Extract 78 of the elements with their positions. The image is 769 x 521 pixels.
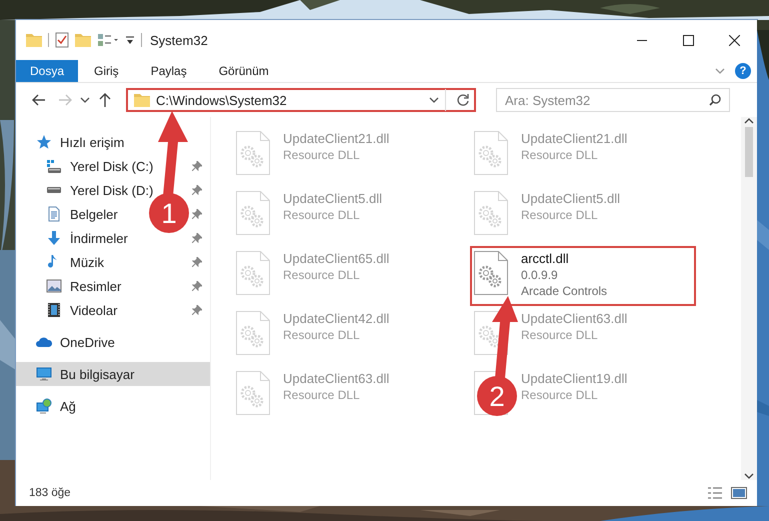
file-type: Resource DLL [283, 267, 361, 283]
dll-file-icon [474, 131, 508, 175]
folder-icon [134, 93, 150, 107]
drive-icon [46, 158, 62, 174]
dropdown-icon[interactable] [429, 97, 439, 103]
file-type: Resource DLL [521, 207, 599, 223]
monitor-icon [36, 367, 52, 381]
nav-item[interactable]: Belgeler [46, 204, 118, 224]
dll-file-icon [236, 311, 270, 355]
star-icon [36, 134, 52, 150]
nav-item[interactable]: Resimler [46, 276, 122, 296]
file-version: 0.0.9.9 [521, 267, 559, 283]
file-type: Resource DLL [283, 387, 361, 403]
search-icon [709, 94, 721, 106]
nav-item[interactable]: Videolar [46, 300, 118, 320]
up-arrow-icon [99, 93, 111, 107]
address-field[interactable]: C:\Windows\System32 [126, 88, 476, 112]
file-type: Resource DLL [283, 207, 361, 223]
expand-ribbon-icon[interactable] [715, 68, 725, 74]
download-arrow-icon [46, 230, 62, 246]
window-title: System32 [150, 32, 208, 48]
file-description: Arcade Controls [521, 283, 608, 299]
dll-file-icon [236, 371, 270, 415]
nav-item[interactable]: Yerel Disk (C:) [46, 156, 154, 176]
chevron-down-icon [80, 97, 90, 103]
ribbon-tab[interactable]: Giriş [78, 60, 135, 82]
file-type: Resource DLL [521, 147, 599, 163]
picture-icon [46, 279, 62, 293]
dll-file-icon [236, 191, 270, 235]
scroll-thumb[interactable] [745, 127, 753, 177]
pin-icon[interactable] [192, 185, 202, 195]
dll-file-icon [474, 191, 508, 235]
view-options-icon[interactable] [97, 33, 119, 47]
nav-item[interactable]: Hızlı erişim [36, 132, 124, 152]
file-name[interactable]: arcctl.dll [521, 251, 608, 267]
dll-file-icon [236, 251, 270, 295]
scrollbar[interactable] [741, 117, 757, 480]
help-button[interactable]: ? [735, 63, 751, 79]
refresh-icon [456, 93, 470, 107]
scroll-down-icon[interactable] [744, 472, 754, 480]
scroll-up-icon[interactable] [744, 117, 754, 125]
ribbon-tab[interactable]: Görünüm [202, 60, 285, 82]
customize-toolbar-icon[interactable] [125, 35, 135, 45]
file-type: Resource DLL [521, 387, 599, 403]
dll-file-icon [236, 131, 270, 175]
ribbon-tab[interactable]: Paylaş [134, 60, 203, 82]
pin-icon[interactable] [192, 281, 202, 291]
close-icon [728, 34, 740, 46]
document-icon [48, 206, 60, 222]
nav-item[interactable]: Müzik [46, 252, 104, 272]
pin-icon[interactable] [192, 257, 202, 267]
dll-file-icon [474, 251, 508, 295]
pin-icon[interactable] [192, 233, 202, 243]
search-field[interactable]: Ara: System32 [496, 88, 730, 112]
pin-icon[interactable] [192, 161, 202, 171]
nav-item[interactable]: Ağ [36, 396, 76, 416]
step-badge: 2 [477, 376, 517, 416]
file-type: Resource DLL [283, 327, 361, 343]
cloud-icon [36, 336, 52, 348]
details-view-icon[interactable] [707, 486, 723, 500]
film-icon [47, 302, 61, 318]
file-type: Resource DLL [283, 147, 361, 163]
nav-item[interactable]: OneDrive [36, 332, 115, 352]
pin-icon[interactable] [192, 305, 202, 315]
network-icon [36, 398, 52, 414]
properties-icon[interactable] [55, 32, 69, 48]
ribbon-tab[interactable]: Dosya [16, 60, 78, 82]
file-type: Resource DLL [521, 327, 599, 343]
nav-item[interactable]: Bu bilgisayar [36, 364, 134, 384]
nav-item[interactable]: İndirmeler [46, 228, 128, 248]
folder-icon [26, 33, 42, 47]
item-count: 183 öğe [29, 487, 71, 499]
large-icons-view-icon[interactable] [731, 486, 747, 500]
pin-icon[interactable] [192, 209, 202, 219]
drive-icon [46, 186, 62, 194]
back-arrow-icon [32, 94, 46, 106]
forward-arrow-icon [58, 94, 72, 106]
maximize-icon [682, 34, 694, 46]
